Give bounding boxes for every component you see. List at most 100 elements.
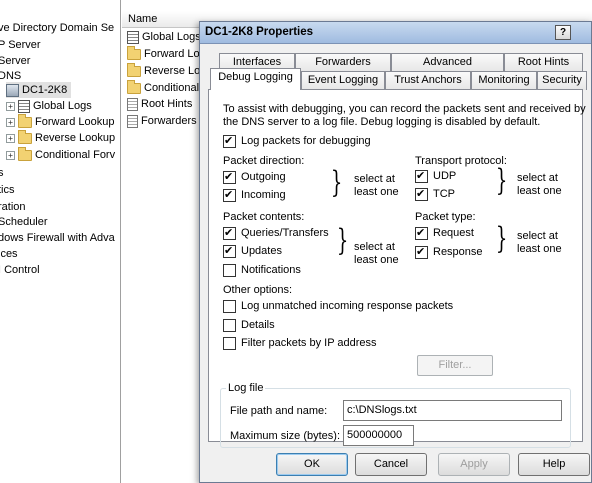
tab-label: Root Hints bbox=[517, 56, 570, 68]
folder-icon bbox=[18, 113, 32, 128]
tree-item-label: P Server bbox=[0, 39, 41, 51]
other-options-heading: Other options: bbox=[223, 284, 293, 296]
list-item[interactable]: Global Logs bbox=[127, 29, 201, 46]
tab-advanced[interactable]: Advanced bbox=[391, 53, 504, 72]
tab-trust-anchors[interactable]: Trust Anchors bbox=[385, 71, 471, 90]
notifications-checkbox[interactable] bbox=[223, 264, 236, 277]
tab-label: Debug Logging bbox=[218, 71, 293, 83]
packet-direction-heading: Packet direction: bbox=[223, 155, 305, 167]
outgoing-checkbox[interactable] bbox=[223, 170, 236, 184]
list-item-label: Conditional bbox=[144, 82, 200, 94]
filter-by-ip-checkbox[interactable] bbox=[223, 337, 236, 350]
tab-label: Advanced bbox=[423, 56, 472, 68]
log-file-heading: Log file bbox=[226, 382, 266, 394]
request-checkbox[interactable] bbox=[415, 226, 428, 240]
apply-button[interactable]: Apply bbox=[438, 453, 510, 476]
tree-item-server[interactable]: Server bbox=[0, 53, 30, 69]
tree-item-directory-domain[interactable]: ve Directory Domain Se bbox=[0, 20, 114, 36]
tree-item-label: Forward Lookup bbox=[35, 116, 115, 128]
file-path-input[interactable]: c:\DNSlogs.txt bbox=[343, 400, 562, 421]
incoming-label: Incoming bbox=[241, 189, 286, 201]
properties-dialog: DC1-2K8 Properties ? Interfaces Forwarde… bbox=[199, 21, 592, 483]
response-checkbox[interactable] bbox=[415, 245, 428, 259]
tree-item-wmi-control[interactable]: I Control bbox=[0, 262, 40, 278]
updates-checkbox[interactable] bbox=[223, 244, 236, 258]
console-tree: ve Directory Domain Se P Server Server D… bbox=[0, 0, 121, 483]
brace-icon: } bbox=[495, 221, 508, 256]
outgoing-label: Outgoing bbox=[241, 171, 286, 183]
root-hints-icon bbox=[127, 98, 138, 111]
max-size-input[interactable]: 500000000 bbox=[343, 425, 414, 446]
udp-label: UDP bbox=[433, 170, 457, 182]
queries-transfers-checkbox[interactable] bbox=[223, 226, 236, 240]
tab-event-logging[interactable]: Event Logging bbox=[301, 71, 385, 90]
log-unmatched-checkbox[interactable] bbox=[223, 300, 236, 313]
direction-note-line-2: least one bbox=[354, 186, 399, 198]
log-packets-label: Log packets for debugging bbox=[241, 135, 371, 147]
intro-text-line-2: the DNS server to a log file. Debug logg… bbox=[223, 116, 541, 128]
tree-item-services[interactable]: ices bbox=[0, 246, 18, 262]
udp-checkbox[interactable] bbox=[415, 169, 428, 183]
tab-forwarders[interactable]: Forwarders bbox=[295, 53, 391, 72]
packet-type-heading: Packet type: bbox=[415, 211, 476, 223]
help-button[interactable]: Help bbox=[518, 453, 590, 476]
column-header-name[interactable]: Name bbox=[128, 13, 157, 25]
tree-item-label: tics bbox=[0, 184, 15, 196]
tab-security[interactable]: Security bbox=[537, 71, 587, 90]
cancel-button[interactable]: Cancel bbox=[355, 453, 427, 476]
tree-item-conditional-forwarders[interactable]: + Conditional Forv bbox=[6, 146, 116, 163]
tree-item-label: s bbox=[0, 165, 4, 181]
tree-item-task-scheduler[interactable]: Scheduler bbox=[0, 214, 48, 230]
tree-item-label: ices bbox=[0, 248, 18, 260]
tree-item-label: DC1-2K8 bbox=[22, 84, 68, 96]
filter-button[interactable]: Filter... bbox=[417, 355, 493, 376]
direction-note-line-1: select at bbox=[354, 173, 395, 185]
notifications-label: Notifications bbox=[241, 264, 301, 276]
tree-item-label: ration bbox=[0, 201, 26, 213]
expand-icon[interactable]: + bbox=[6, 150, 15, 160]
tree-item-global-logs[interactable]: + Global Logs bbox=[6, 98, 92, 114]
expand-icon[interactable]: + bbox=[6, 133, 15, 143]
tree-item-dhcp-server[interactable]: P Server bbox=[0, 37, 41, 53]
tree-item-windows-firewall[interactable]: dows Firewall with Adva bbox=[0, 230, 115, 246]
tab-label: Forwarders bbox=[315, 56, 371, 68]
list-item[interactable]: Root Hints bbox=[127, 96, 192, 113]
tab-label: Security bbox=[542, 74, 582, 86]
tab-root-hints[interactable]: Root Hints bbox=[504, 53, 583, 72]
dialog-titlebar[interactable]: DC1-2K8 Properties ? bbox=[200, 22, 591, 44]
tree-item-label: Global Logs bbox=[33, 100, 92, 112]
transport-note-line-1: select at bbox=[517, 172, 558, 184]
tree-item-label: Conditional Forv bbox=[35, 149, 116, 161]
incoming-checkbox[interactable] bbox=[223, 188, 236, 202]
tree-item-s[interactable]: s bbox=[0, 165, 4, 181]
tcp-label: TCP bbox=[433, 188, 455, 200]
list-item[interactable]: Forward Lo bbox=[127, 46, 200, 63]
details-checkbox[interactable] bbox=[223, 319, 236, 332]
tcp-checkbox[interactable] bbox=[415, 187, 428, 201]
tree-item-diagnostics[interactable]: tics bbox=[0, 182, 15, 198]
tab-label: Monitoring bbox=[478, 74, 530, 86]
ok-button[interactable]: OK bbox=[276, 453, 348, 476]
help-icon[interactable]: ? bbox=[555, 25, 571, 40]
expand-icon[interactable]: + bbox=[6, 101, 15, 111]
tab-debug-logging[interactable]: Debug Logging bbox=[210, 68, 301, 90]
log-packets-checkbox[interactable] bbox=[223, 134, 236, 148]
transport-protocol-heading: Transport protocol: bbox=[415, 155, 507, 167]
list-item[interactable]: Reverse Lo bbox=[127, 63, 200, 80]
tree-item-dc1-2k8[interactable]: DC1-2K8 bbox=[6, 82, 72, 98]
updates-label: Updates bbox=[241, 245, 282, 257]
tab-monitoring[interactable]: Monitoring bbox=[471, 71, 537, 90]
contents-note-line-2: least one bbox=[354, 254, 399, 266]
list-item-label: Forwarders bbox=[141, 115, 197, 127]
tree-item-label: Server bbox=[0, 55, 31, 67]
list-item[interactable]: Forwarders bbox=[127, 113, 197, 130]
list-item[interactable]: Conditional bbox=[127, 80, 199, 97]
tree-item-forward-lookup[interactable]: + Forward Lookup bbox=[6, 113, 115, 130]
tab-label: Event Logging bbox=[307, 74, 379, 86]
expand-icon[interactable]: + bbox=[6, 117, 15, 127]
tree-item-reverse-lookup[interactable]: + Reverse Lookup bbox=[6, 129, 115, 146]
tree-item-configuration[interactable]: ration bbox=[0, 199, 26, 215]
brace-icon: } bbox=[495, 163, 508, 198]
dns-server-icon bbox=[6, 83, 19, 97]
list-item-label: Reverse Lo bbox=[144, 65, 201, 77]
